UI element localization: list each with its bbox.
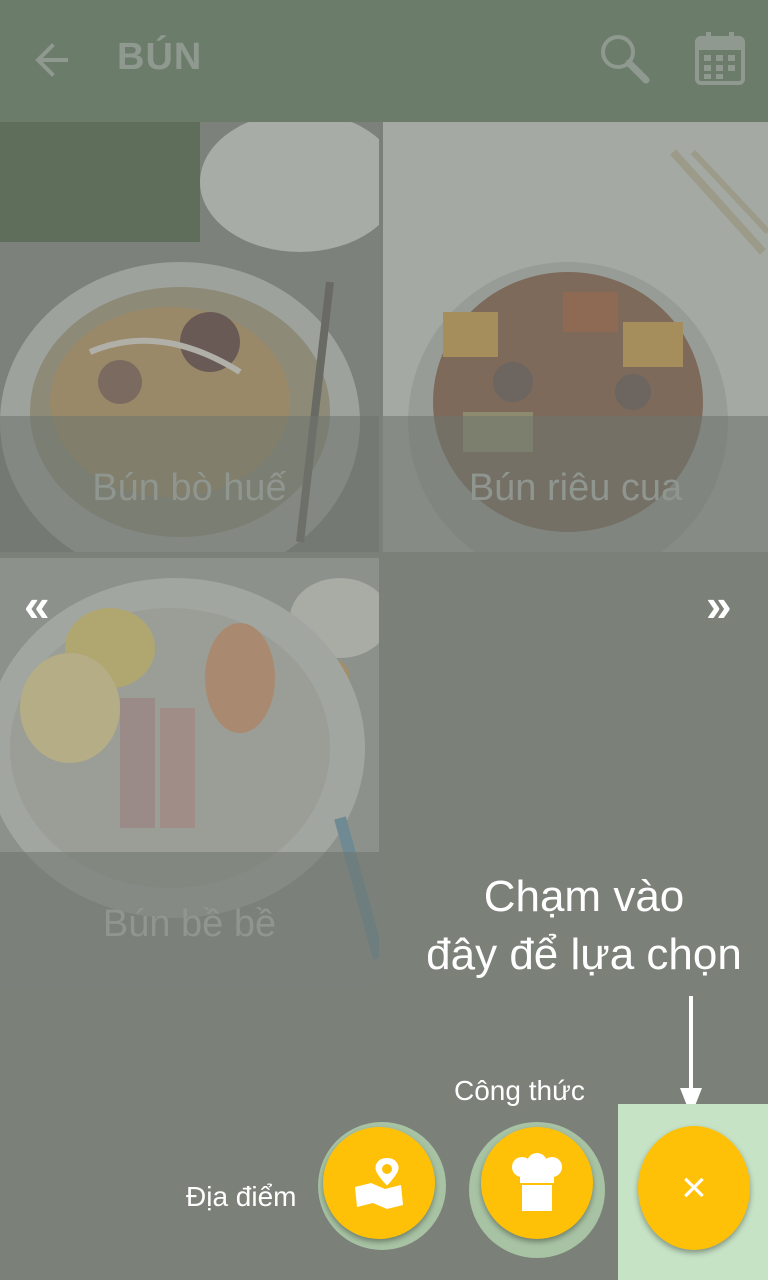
tutorial-hint: Chạm vào đây để lựa chọn — [400, 868, 768, 984]
calendar-icon[interactable] — [694, 30, 746, 86]
dish-name: Bún bề bề — [102, 903, 277, 945]
arrow-left-icon[interactable] — [32, 38, 72, 82]
double-chevron-left-icon: « — [24, 579, 50, 631]
next-page-button[interactable]: » — [706, 582, 732, 628]
tutorial-hint-line: đây để lựa chọn — [426, 930, 742, 979]
close-fab-button[interactable]: × — [638, 1126, 750, 1250]
recipe-fab-button[interactable] — [481, 1127, 593, 1239]
location-fab-button[interactable] — [323, 1127, 435, 1239]
recipe-fab-label: Công thức — [454, 1075, 585, 1106]
previous-page-button[interactable]: « — [24, 582, 50, 628]
arrow-down-icon — [680, 996, 702, 1116]
close-icon: × — [681, 1163, 707, 1212]
dish-card[interactable]: Bún bò huế — [0, 122, 379, 552]
dish-card[interactable]: Bún riêu cua — [383, 122, 768, 552]
search-icon[interactable] — [598, 32, 650, 84]
dish-name: Bún riêu cua — [468, 467, 683, 509]
map-pin-icon — [355, 1155, 403, 1209]
dish-card[interactable]: Bún bề bề — [0, 558, 379, 988]
dish-name: Bún bò huế — [92, 467, 287, 509]
tutorial-hint-line: Chạm vào — [483, 872, 685, 921]
page-title: BÚN — [117, 36, 203, 78]
location-fab-label: Địa điểm — [186, 1181, 297, 1212]
app-bar: BÚN — [0, 0, 768, 122]
chef-hat-icon — [512, 1153, 562, 1211]
double-chevron-right-icon: » — [706, 579, 732, 631]
